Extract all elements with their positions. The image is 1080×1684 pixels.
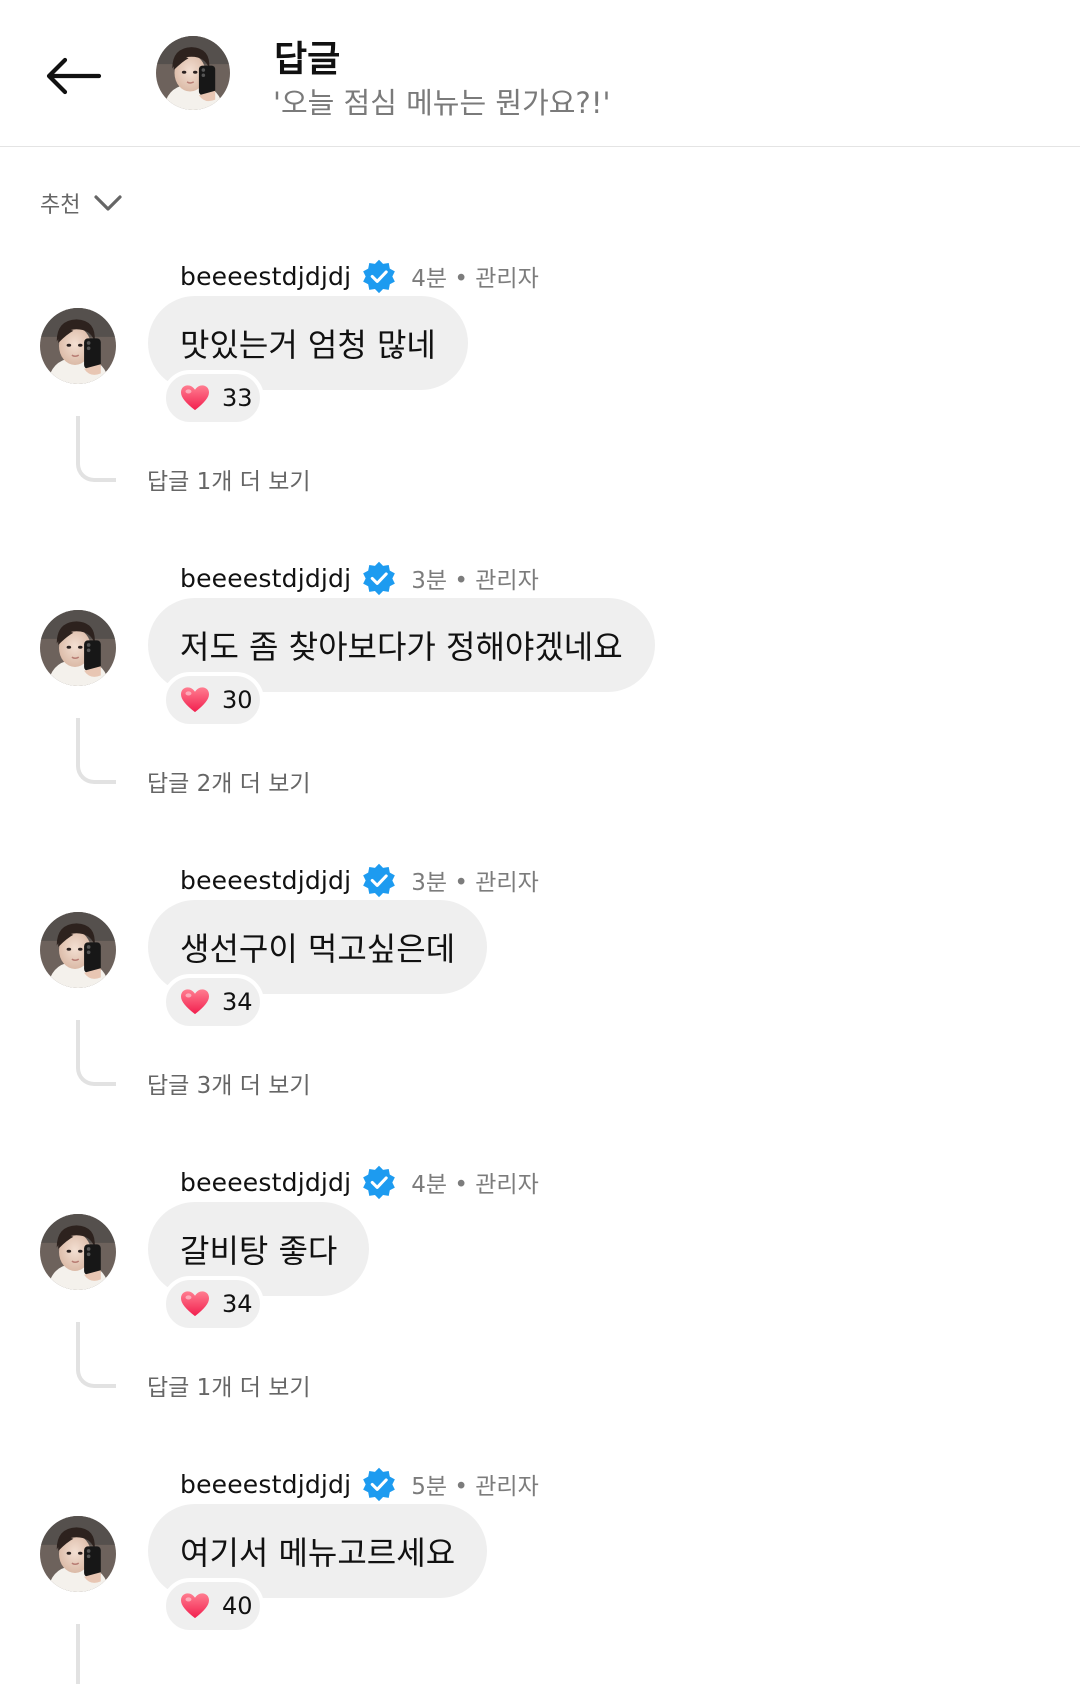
comment-meta: beeeestdjdjdj 3분 • 관리자 — [180, 558, 539, 598]
thread-line — [76, 416, 116, 482]
thread-line — [76, 1624, 80, 1684]
avatar[interactable] — [40, 912, 116, 988]
comment-item: beeeestdjdjdj 5분 • 관리자 여기서 메뉴고르세요 40 — [0, 1464, 1080, 1684]
verified-badge-icon — [361, 1466, 397, 1502]
username[interactable]: beeeestdjdjdj — [180, 1470, 351, 1499]
thread-line — [76, 1020, 116, 1086]
avatar[interactable] — [40, 1516, 116, 1592]
like-button[interactable]: 30 — [162, 672, 264, 728]
timestamp: 3분 • 관리자 — [411, 870, 539, 896]
avatar[interactable] — [40, 610, 116, 686]
comment-meta: beeeestdjdjdj 3분 • 관리자 — [180, 860, 539, 900]
sort-dropdown[interactable]: 추천 — [40, 186, 123, 220]
view-more-replies-link[interactable]: 답글 1개 더 보기 — [147, 462, 311, 496]
thread-line — [76, 718, 116, 784]
heart-icon — [180, 384, 210, 412]
header-bar: 답글 '오늘 점심 메뉴는 뭔가요?!' — [0, 0, 1080, 147]
like-button[interactable]: 34 — [162, 974, 264, 1030]
username[interactable]: beeeestdjdjdj — [180, 564, 351, 593]
avatar[interactable] — [40, 1214, 116, 1290]
heart-icon — [180, 1290, 210, 1318]
avatar[interactable] — [40, 308, 116, 384]
thread-line — [76, 1322, 116, 1388]
heart-icon — [180, 988, 210, 1016]
comment-item: beeeestdjdjdj 4분 • 관리자 갈비탕 좋다 34 답글 1개 더… — [0, 1162, 1080, 1464]
timestamp: 4분 • 관리자 — [411, 266, 539, 292]
verified-badge-icon — [361, 862, 397, 898]
verified-badge-icon — [361, 560, 397, 596]
comment-meta: beeeestdjdjdj 5분 • 관리자 — [180, 1464, 539, 1504]
timestamp: 3분 • 관리자 — [411, 568, 539, 594]
sort-label: 추천 — [40, 193, 81, 218]
verified-badge-icon — [361, 1164, 397, 1200]
like-count: 33 — [222, 384, 253, 412]
timestamp: 5분 • 관리자 — [411, 1474, 539, 1500]
view-more-replies-link[interactable]: 답글 3개 더 보기 — [147, 1066, 311, 1100]
comment-meta: beeeestdjdjdj 4분 • 관리자 — [180, 256, 539, 296]
comment-meta: beeeestdjdjdj 4분 • 관리자 — [180, 1162, 539, 1202]
view-more-replies-link[interactable]: 답글 1개 더 보기 — [147, 1368, 311, 1402]
chevron-down-icon — [94, 195, 123, 211]
comment-item: beeeestdjdjdj 3분 • 관리자 저도 좀 찾아보다가 정해야겠네요… — [0, 558, 1080, 860]
page-subtitle: '오늘 점심 메뉴는 뭔가요?!' — [273, 86, 611, 120]
username[interactable]: beeeestdjdjdj — [180, 1168, 351, 1197]
like-count: 30 — [222, 686, 253, 714]
avatar[interactable] — [156, 36, 230, 110]
like-button[interactable]: 33 — [162, 370, 264, 426]
heart-icon — [180, 686, 210, 714]
username[interactable]: beeeestdjdjdj — [180, 262, 351, 291]
timestamp: 4분 • 관리자 — [411, 1172, 539, 1198]
comment-item: beeeestdjdjdj 4분 • 관리자 맛있는거 엄청 많네 33 답글 … — [0, 256, 1080, 558]
like-count: 40 — [222, 1592, 253, 1620]
like-count: 34 — [222, 988, 253, 1016]
like-count: 34 — [222, 1290, 253, 1318]
back-button[interactable] — [38, 48, 108, 104]
like-button[interactable]: 34 — [162, 1276, 264, 1332]
verified-badge-icon — [361, 258, 397, 294]
like-button[interactable]: 40 — [162, 1578, 264, 1634]
username[interactable]: beeeestdjdjdj — [180, 866, 351, 895]
heart-icon — [180, 1592, 210, 1620]
comment-item: beeeestdjdjdj 3분 • 관리자 생선구이 먹고싶은데 34 답글 … — [0, 860, 1080, 1162]
arrow-left-icon — [46, 57, 102, 95]
view-more-replies-link[interactable]: 답글 2개 더 보기 — [147, 764, 311, 798]
page-title: 답글 — [274, 39, 341, 80]
